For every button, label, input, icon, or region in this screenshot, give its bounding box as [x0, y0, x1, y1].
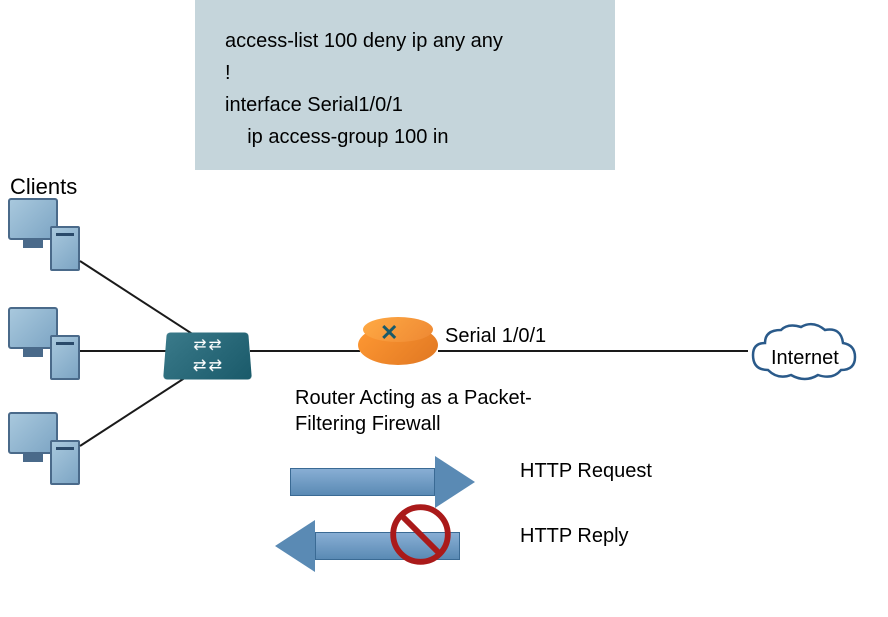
client-pc-2	[8, 307, 78, 377]
link-router-internet	[438, 350, 748, 352]
network-switch-icon: ⇄⇄ ⇄⇄	[163, 332, 252, 379]
http-reply-label: HTTP Reply	[520, 525, 629, 548]
arrow-head-left-icon	[275, 520, 315, 572]
clients-label: Clients	[10, 174, 77, 200]
router-caption: Router Acting as a Packet- Filtering Fir…	[295, 385, 532, 437]
internet-label: Internet	[771, 347, 839, 370]
client-pc-1	[8, 198, 78, 268]
router-icon: ✕	[358, 325, 438, 375]
config-line-2: !	[225, 57, 585, 89]
tower-icon	[50, 226, 80, 271]
prohibit-icon	[388, 502, 453, 567]
config-line-4: ip access-group 100 in	[225, 121, 585, 153]
tower-icon	[50, 335, 80, 380]
http-request-arrow	[290, 456, 475, 508]
tower-icon	[50, 440, 80, 485]
config-line-3: interface Serial1/0/1	[225, 89, 585, 121]
router-arrows-icon: ✕	[380, 320, 398, 346]
arrow-body-icon	[290, 468, 435, 496]
link-client2-switch	[80, 350, 170, 352]
http-request-label: HTTP Request	[520, 460, 652, 483]
config-line-1: access-list 100 deny ip any any	[225, 25, 585, 57]
router-body-icon: ✕	[358, 325, 438, 365]
config-code-box: access-list 100 deny ip any any ! interf…	[195, 0, 615, 170]
link-switch-router	[250, 350, 360, 352]
arrow-head-right-icon	[435, 456, 475, 508]
switch-arrows-icon: ⇄⇄ ⇄⇄	[193, 336, 223, 376]
interface-label: Serial 1/0/1	[445, 325, 546, 348]
internet-cloud-icon: Internet	[743, 315, 863, 400]
link-client1-switch	[79, 260, 202, 341]
client-pc-3	[8, 412, 78, 482]
